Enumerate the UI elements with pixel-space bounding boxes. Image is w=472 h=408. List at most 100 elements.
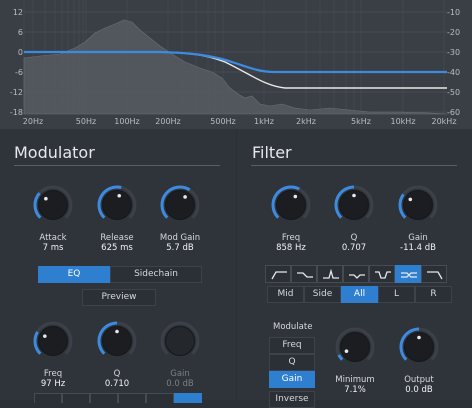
knob-graphic xyxy=(33,185,73,220)
y-label-right-2: -20 xyxy=(447,28,461,37)
knob-pointer xyxy=(293,194,298,199)
knob-pointer xyxy=(408,197,413,202)
knob-body xyxy=(340,332,370,362)
x-label-100hz: 100Hz xyxy=(114,117,140,126)
filter-divider xyxy=(251,165,457,166)
knob-pointer xyxy=(44,196,48,201)
shape-bell-button[interactable] xyxy=(317,265,343,283)
x-label-2khz: 2kHz xyxy=(296,117,316,126)
channel-mid-button[interactable]: Mid xyxy=(267,286,304,303)
minimum-knob[interactable] xyxy=(333,325,377,373)
filter-q-label: Q 0.707 xyxy=(341,233,367,253)
release-knob[interactable] xyxy=(95,183,139,231)
x-label-500hz: 500Hz xyxy=(210,117,236,126)
spectrum-graph[interactable]: 12 6 0 -6 -12 -18 -10 -20 -30 -40 -50 -6… xyxy=(0,0,472,129)
knob-pointer xyxy=(115,329,119,334)
channel-side-button[interactable]: Side xyxy=(304,286,341,303)
mod-shape-button-4[interactable] xyxy=(146,393,174,403)
x-label-1khz: 1kHz xyxy=(254,117,274,126)
tab-eq[interactable]: EQ xyxy=(38,266,110,283)
knob-graphic xyxy=(334,185,374,220)
y-label-right-6: -60 xyxy=(447,108,461,117)
tab-sidechain[interactable]: Sidechain xyxy=(110,266,202,283)
graph-canvas xyxy=(23,0,448,115)
y-label-right-4: -40 xyxy=(447,68,461,77)
low-cut-icon xyxy=(271,271,287,280)
filter-freq-label: Freq 858 Hz xyxy=(276,233,306,253)
channel-l-button[interactable]: L xyxy=(378,286,415,303)
modulate-q-button[interactable]: Q xyxy=(269,354,315,371)
x-label-5khz: 5kHz xyxy=(351,117,371,126)
modulate-freq-button[interactable]: Freq xyxy=(269,337,315,354)
knob-graphic xyxy=(399,327,439,362)
knob-graphic xyxy=(160,321,200,356)
knob-pointer xyxy=(117,193,122,198)
filter-q-knob[interactable] xyxy=(332,183,376,231)
mod-q-label: Q 0.710 xyxy=(104,369,130,389)
mod-shape-button-0[interactable] xyxy=(34,393,62,403)
mod-shape-button-5[interactable] xyxy=(174,393,202,403)
knob-pointer xyxy=(43,334,47,338)
attack-knob[interactable] xyxy=(31,183,75,231)
mod-freq-knob[interactable] xyxy=(31,319,75,367)
knob-body xyxy=(165,326,195,356)
modulator-panel: Modulator Attack 7 ms Release 625 ms Mod G… xyxy=(0,129,236,403)
x-label-20hz: 20Hz xyxy=(22,117,44,126)
shape-low-cut-button[interactable] xyxy=(265,265,291,283)
output-label: Output 0.0 dB xyxy=(404,375,434,395)
y-label-left-6: -18 xyxy=(9,108,23,117)
knob-pointer xyxy=(352,193,356,198)
mod-q-knob[interactable] xyxy=(95,319,139,367)
modulator-divider xyxy=(14,165,220,166)
knob-graphic xyxy=(97,185,137,220)
mod-shape-button-2[interactable] xyxy=(90,393,118,403)
knob-body xyxy=(102,190,132,220)
shape-low-shelf-button[interactable] xyxy=(291,265,317,283)
filter-gain-knob[interactable] xyxy=(396,183,440,231)
high-shelf-cross-icon xyxy=(401,272,417,278)
y-label-left-4: -6 xyxy=(15,68,23,77)
preview-button[interactable]: Preview xyxy=(82,289,156,306)
mod-gain-knob[interactable] xyxy=(158,183,202,231)
output-knob[interactable] xyxy=(397,325,441,373)
mod-shape-button-3[interactable] xyxy=(118,393,146,403)
filter-freq-knob[interactable] xyxy=(269,183,313,231)
knob-body xyxy=(38,326,68,356)
shape-notch-button[interactable] xyxy=(343,265,369,283)
knob-graphic xyxy=(335,327,375,362)
modulate-label: Modulate xyxy=(273,322,313,332)
shape-band-pass-button[interactable] xyxy=(369,265,395,283)
knob-graphic xyxy=(160,185,200,220)
shape-high-shelf-cross-button[interactable] xyxy=(395,265,421,283)
y-label-left-3: 0 xyxy=(17,48,23,57)
mod-gain-knob-disabled[interactable] xyxy=(158,319,202,367)
knob-pointer xyxy=(417,335,421,340)
low-shelf-icon xyxy=(297,272,313,278)
y-label-left-2: 6 xyxy=(17,28,23,37)
modulate-gain-button[interactable]: Gain xyxy=(269,371,315,388)
mod-gain-label: Mod Gain 5.7 dB xyxy=(159,233,201,253)
channel-all-button[interactable]: All xyxy=(341,286,378,303)
y-label-left-1: 12 xyxy=(12,8,23,17)
y-label-right-3: -30 xyxy=(447,48,461,57)
bell-icon xyxy=(323,268,339,279)
band-pass-icon xyxy=(375,271,391,279)
mod-shape-button-1[interactable] xyxy=(62,393,90,403)
x-label-50hz: 50Hz xyxy=(75,117,97,126)
y-label-right-5: -50 xyxy=(447,88,461,97)
y-label-right-1: -10 xyxy=(447,8,461,17)
x-label-200hz: 200Hz xyxy=(155,117,181,126)
filter-gain-label: Gain -11.4 dB xyxy=(400,233,436,253)
knob-graphic xyxy=(33,321,73,356)
attack-label: Attack 7 ms xyxy=(39,233,67,253)
filter-title: Filter xyxy=(252,143,292,162)
notch-icon xyxy=(349,274,365,279)
minimum-label: Minimum 7.1% xyxy=(335,375,375,395)
knob-value-arc xyxy=(337,354,344,361)
knob-pointer xyxy=(344,349,349,353)
knob-body xyxy=(165,190,195,220)
channel-r-button[interactable]: R xyxy=(415,286,452,303)
mod-gain-disabled-label: Gain 0.0 dB xyxy=(166,369,194,389)
high-cut-icon xyxy=(427,271,443,280)
shape-high-cut-button[interactable] xyxy=(421,265,447,283)
